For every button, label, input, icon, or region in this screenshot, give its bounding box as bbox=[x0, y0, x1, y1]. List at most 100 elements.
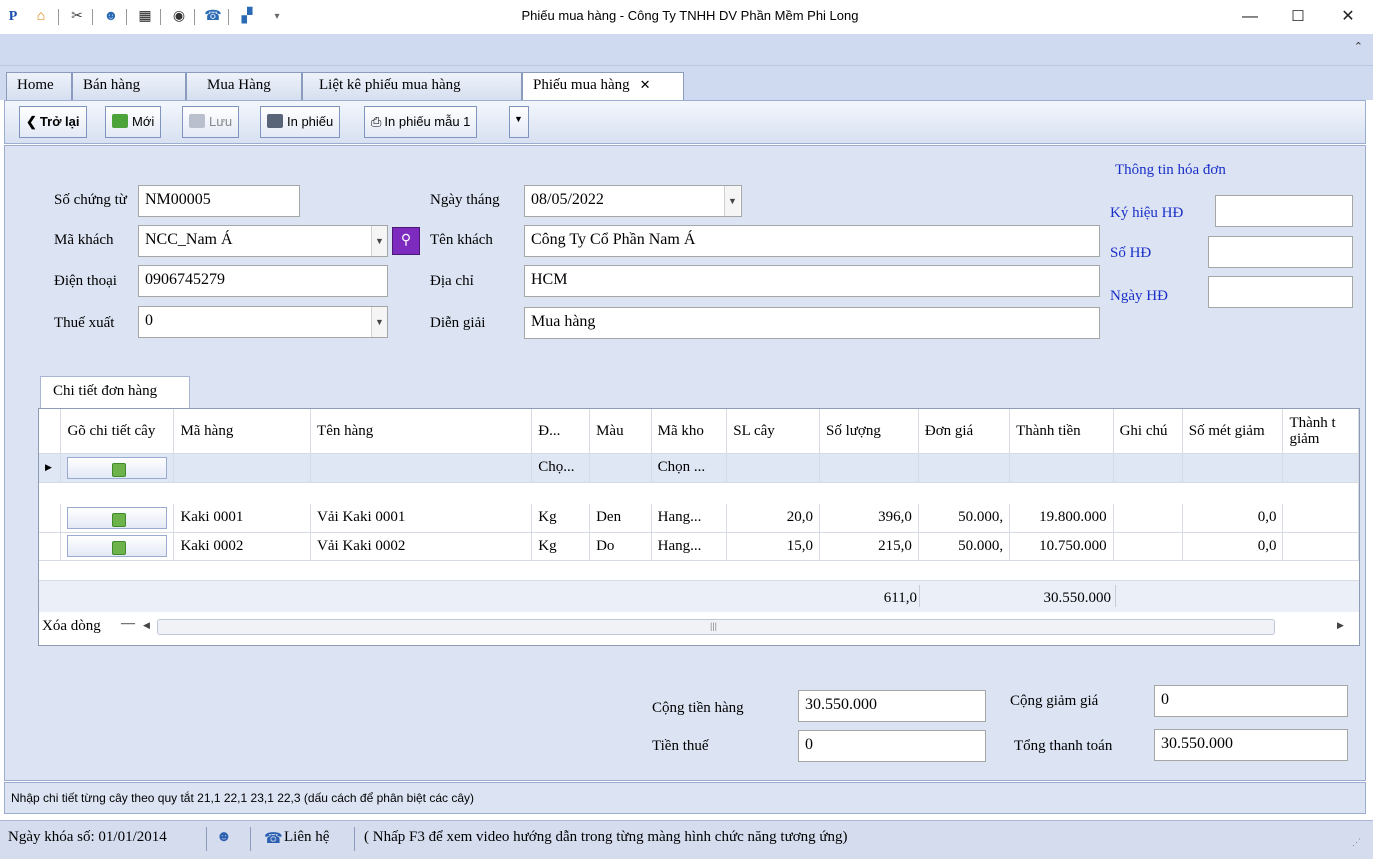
cell-kho[interactable]: Hang... bbox=[651, 532, 728, 561]
cell-thanh-tien-giam[interactable] bbox=[1282, 504, 1359, 533]
filter-cell[interactable] bbox=[310, 453, 533, 483]
resize-grip-icon[interactable]: ⋰ bbox=[1352, 837, 1361, 848]
scroll-left-arrow[interactable]: ◀ bbox=[143, 620, 150, 631]
cell-ten-hang[interactable]: Vải Kaki 0001 bbox=[310, 504, 533, 533]
maximize-button[interactable]: ☐ bbox=[1278, 4, 1318, 30]
delete-row-button[interactable]: Xóa dòng bbox=[42, 618, 101, 635]
ngay-hd-input[interactable] bbox=[1208, 276, 1353, 308]
print-options-dropdown[interactable]: ▼ bbox=[509, 106, 529, 138]
cell-sl-cay[interactable]: 20,0 bbox=[726, 504, 821, 533]
filter-cell[interactable] bbox=[726, 453, 821, 483]
ma-khach-input[interactable]: NCC_Nam Á bbox=[138, 225, 388, 257]
add-detail-icon[interactable] bbox=[67, 506, 168, 529]
cell-mau[interactable]: Do bbox=[589, 532, 652, 561]
column-header[interactable]: Tên hàng bbox=[310, 409, 533, 454]
logo-icon[interactable]: P bbox=[2, 7, 24, 27]
column-header[interactable]: Ghi chú bbox=[1113, 409, 1183, 454]
tien-thue-input[interactable]: 0 bbox=[798, 730, 986, 762]
scroll-grip[interactable]: ||| bbox=[710, 621, 717, 631]
add-detail-icon[interactable] bbox=[67, 535, 168, 557]
column-header[interactable]: Thành t giảm bbox=[1282, 409, 1359, 454]
video-icon[interactable]: ▦ bbox=[134, 7, 156, 27]
column-header[interactable]: Đ... bbox=[531, 409, 591, 454]
row-indicator[interactable] bbox=[39, 504, 62, 533]
column-header[interactable]: Số mét giảm bbox=[1182, 409, 1284, 454]
filter-cell[interactable]: Chọn ... bbox=[651, 453, 728, 483]
cell-thanh-tien[interactable]: 19.800.000 bbox=[1009, 504, 1114, 533]
cell-ghi-chu[interactable] bbox=[1113, 532, 1183, 561]
phone-icon[interactable]: ☎ bbox=[264, 829, 283, 848]
column-header[interactable]: Đơn giá bbox=[918, 409, 1011, 454]
home-icon[interactable]: ⌂ bbox=[30, 7, 52, 27]
cong-tien-hang-input[interactable]: 30.550.000 bbox=[798, 690, 986, 722]
ky-hieu-input[interactable] bbox=[1215, 195, 1353, 227]
cell-so-met-giam[interactable]: 0,0 bbox=[1182, 532, 1284, 561]
cell-dvt[interactable]: Kg bbox=[531, 532, 591, 561]
cell-ten-hang[interactable]: Vải Kaki 0002 bbox=[310, 532, 533, 561]
cell-sl-cay[interactable]: 15,0 bbox=[726, 532, 821, 561]
customize-icon[interactable]: ▾ bbox=[266, 7, 288, 27]
cell-thanh-tien[interactable]: 10.750.000 bbox=[1009, 532, 1114, 561]
ngay-thang-input[interactable]: 08/05/2022 bbox=[524, 185, 742, 217]
cell-don-gia[interactable]: 50.000, bbox=[918, 532, 1011, 561]
detail-cell[interactable] bbox=[60, 504, 175, 533]
cell-ma-hang[interactable]: Kaki 0002 bbox=[173, 532, 312, 561]
print-template-button[interactable]: ⎙ In phiếu mẫu 1 bbox=[364, 106, 478, 138]
so-hd-input[interactable] bbox=[1208, 236, 1353, 268]
filter-cell[interactable] bbox=[1282, 453, 1359, 483]
filter-cell[interactable] bbox=[1113, 453, 1183, 483]
tab-mua-hang[interactable]: Mua Hàng bbox=[186, 72, 302, 100]
so-chung-tu-input[interactable]: NM00005 bbox=[138, 185, 300, 217]
filter-cell[interactable]: Chọ... bbox=[531, 453, 591, 483]
column-header[interactable]: Gõ chi tiết cây bbox=[60, 409, 175, 454]
cell-so-luong[interactable]: 396,0 bbox=[819, 504, 919, 533]
tab-liet-ke-phieu-mua-hang[interactable]: Liệt kê phiếu mua hàng bbox=[302, 72, 522, 100]
tab-phieu-mua-hang[interactable]: Phiếu mua hàng ✕ bbox=[522, 72, 684, 101]
tong-thanh-toan-input[interactable]: 30.550.000 bbox=[1154, 729, 1348, 761]
cell-kho[interactable]: Hang... bbox=[651, 504, 728, 533]
column-header[interactable]: Màu bbox=[589, 409, 652, 454]
column-header[interactable]: Mã hàng bbox=[173, 409, 312, 454]
print-button[interactable]: In phiếu bbox=[260, 106, 341, 138]
column-header[interactable]: Mã kho bbox=[651, 409, 728, 454]
eye-icon[interactable]: ◉ bbox=[168, 7, 190, 27]
row-indicator[interactable] bbox=[39, 532, 62, 561]
cell-don-gia[interactable]: 50.000, bbox=[918, 504, 1011, 533]
minimize-button[interactable]: — bbox=[1230, 4, 1270, 30]
filter-cell[interactable] bbox=[918, 453, 1011, 483]
cell-dvt[interactable]: Kg bbox=[531, 504, 591, 533]
dien-giai-input[interactable]: Mua hàng bbox=[524, 307, 1100, 339]
thue-xuat-input[interactable]: 0 bbox=[138, 306, 388, 338]
filter-cell[interactable] bbox=[819, 453, 919, 483]
thue-xuat-dropdown[interactable]: ▼ bbox=[371, 307, 387, 337]
tab-home[interactable]: Home bbox=[6, 72, 72, 100]
table-row[interactable]: Kaki 0001 Vải Kaki 0001 Kg Den Hang... 2… bbox=[39, 504, 1359, 533]
new-button[interactable]: Mới bbox=[105, 106, 162, 138]
cell-so-luong[interactable]: 215,0 bbox=[819, 532, 919, 561]
filter-cell[interactable] bbox=[589, 453, 652, 483]
cell-ma-hang[interactable]: Kaki 0001 bbox=[173, 504, 312, 533]
tab-chi-tiet-don-hang[interactable]: Chi tiết đơn hàng bbox=[40, 376, 190, 410]
ten-khach-input[interactable]: Công Ty Cổ Phần Nam Á bbox=[524, 225, 1100, 257]
collapse-ribbon-icon[interactable]: ⌃ bbox=[1354, 40, 1363, 53]
horizontal-scrollbar[interactable]: ||| bbox=[157, 619, 1275, 635]
dien-thoai-input[interactable]: 0906745279 bbox=[138, 265, 388, 297]
detail-cell[interactable] bbox=[60, 532, 175, 561]
date-picker-dropdown[interactable]: ▼ bbox=[724, 186, 740, 216]
back-button[interactable]: ❮ Trở lại bbox=[19, 106, 87, 138]
close-button[interactable]: ✕ bbox=[1328, 4, 1368, 30]
column-header[interactable]: Số lượng bbox=[819, 409, 919, 454]
cell-thanh-tien-giam[interactable] bbox=[1282, 532, 1359, 561]
column-header[interactable]: Thành tiền bbox=[1009, 409, 1114, 454]
minus-icon[interactable]: — bbox=[121, 616, 135, 632]
phone-icon[interactable]: ☎ bbox=[202, 7, 224, 27]
filter-cell[interactable] bbox=[173, 453, 312, 483]
table-row[interactable]: Kaki 0002 Vải Kaki 0002 Kg Do Hang... 15… bbox=[39, 532, 1359, 561]
dia-chi-input[interactable]: HCM bbox=[524, 265, 1100, 297]
ma-khach-dropdown[interactable]: ▼ bbox=[371, 226, 387, 256]
cell-so-met-giam[interactable]: 0,0 bbox=[1182, 504, 1284, 533]
close-tab-icon[interactable]: ✕ bbox=[640, 77, 651, 92]
tools-icon[interactable]: ✂ bbox=[66, 7, 88, 27]
cell-ghi-chu[interactable] bbox=[1113, 504, 1183, 533]
add-detail-icon[interactable] bbox=[67, 456, 168, 479]
